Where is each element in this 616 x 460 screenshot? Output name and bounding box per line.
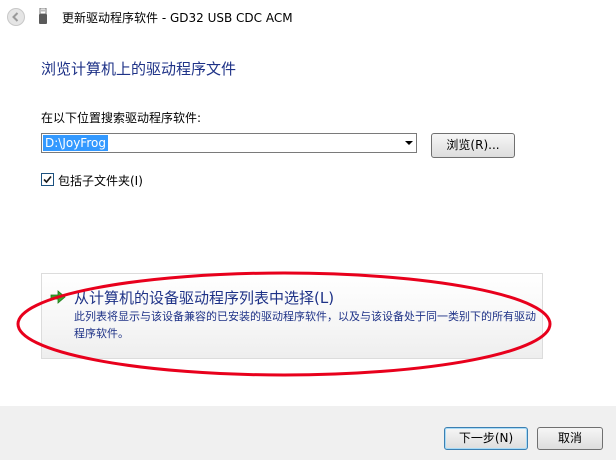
pick-from-list-description: 此列表将显示与该设备兼容的已安装的驱动程序软件，以及与该设备处于同一类别下的所有… bbox=[74, 310, 536, 340]
page-heading: 浏览计算机上的驱动程序文件 bbox=[41, 60, 237, 78]
window-title: 更新驱动程序软件 - GD32 USB CDC ACM bbox=[62, 11, 293, 25]
path-input-value[interactable]: D:\JoyFrog bbox=[43, 135, 108, 151]
include-subfolders-label[interactable]: 包括子文件夹(I) bbox=[58, 172, 143, 189]
browse-button[interactable]: 浏览(R)... bbox=[431, 133, 515, 158]
pick-from-list-title[interactable]: 从计算机的设备驱动程序列表中选择(L) bbox=[74, 287, 334, 308]
checkmark-icon bbox=[43, 175, 52, 184]
cancel-button[interactable]: 取消 bbox=[537, 427, 603, 450]
path-combobox[interactable]: D:\JoyFrog bbox=[41, 133, 417, 153]
usb-device-icon bbox=[39, 8, 47, 24]
search-location-label: 在以下位置搜索驱动程序软件: bbox=[41, 111, 202, 125]
chevron-down-icon[interactable] bbox=[405, 141, 413, 145]
back-arrow-icon bbox=[12, 12, 19, 22]
include-subfolders-checkbox[interactable] bbox=[41, 173, 54, 186]
dialog-content: 浏览计算机上的驱动程序文件 在以下位置搜索驱动程序软件: D:\JoyFrog … bbox=[0, 36, 616, 406]
back-button[interactable] bbox=[7, 8, 25, 26]
title-bar: 更新驱动程序软件 - GD32 USB CDC ACM bbox=[0, 0, 616, 36]
pick-from-list-option[interactable]: 从计算机的设备驱动程序列表中选择(L) 此列表将显示与该设备兼容的已安装的驱动程… bbox=[41, 273, 543, 359]
green-arrow-icon bbox=[50, 290, 66, 304]
next-button[interactable]: 下一步(N) bbox=[444, 427, 528, 450]
